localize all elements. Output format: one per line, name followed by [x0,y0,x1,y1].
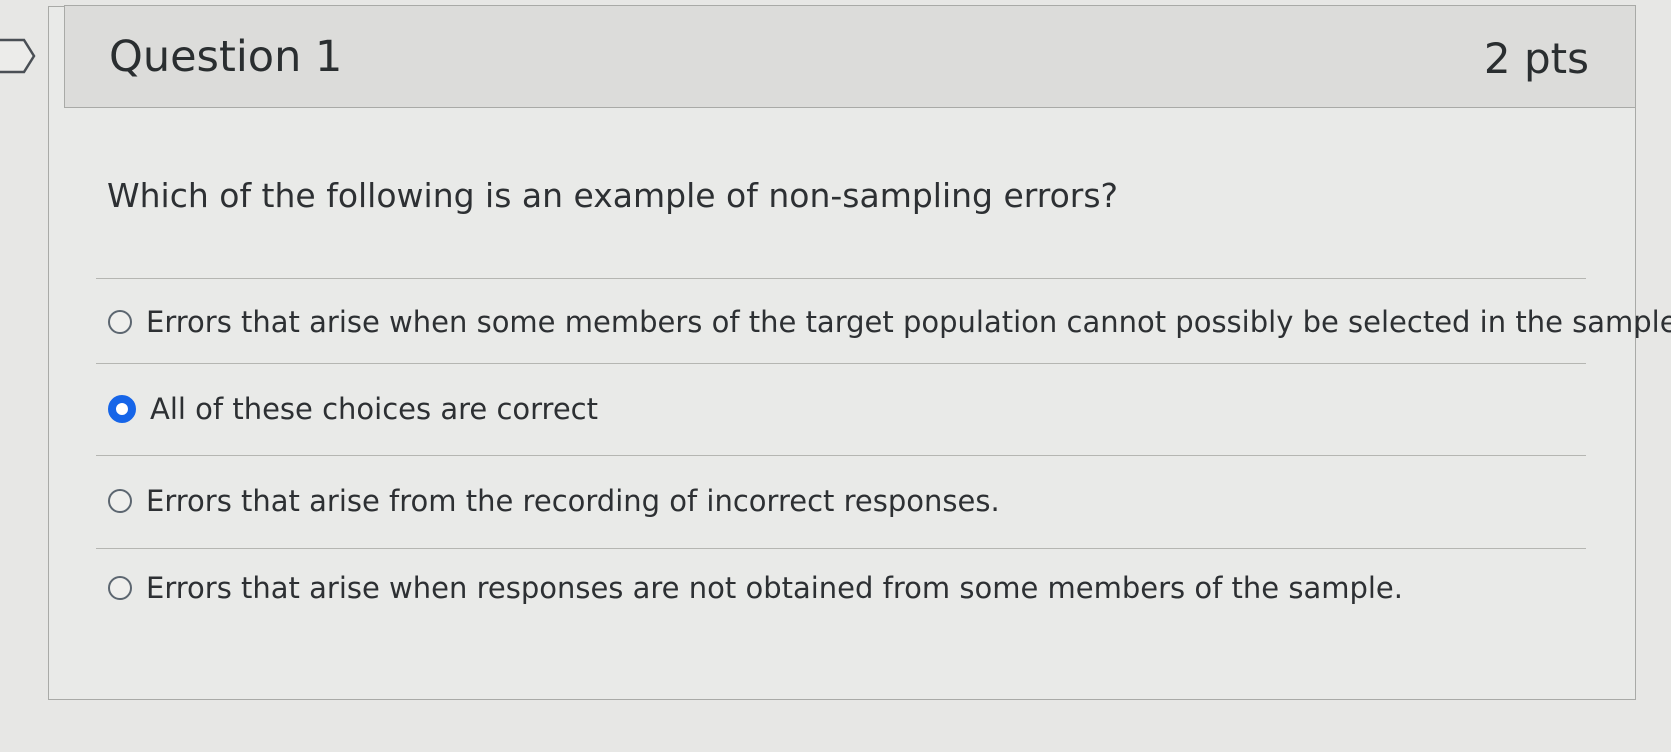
radio-button-unselected[interactable] [108,576,132,600]
radio-button-unselected[interactable] [108,310,132,334]
answer-divider [96,363,1586,364]
answer-option-2[interactable]: All of these choices are correct [108,392,598,426]
answer-option-3[interactable]: Errors that arise from the recording of … [108,484,1000,518]
question-header: Question 1 2 pts [64,5,1636,108]
answer-label: Errors that arise when responses are not… [146,571,1403,605]
answer-divider [96,455,1586,456]
answer-divider [96,278,1586,279]
answer-label: Errors that arise when some members of t… [146,305,1671,339]
answer-divider [96,548,1586,549]
answer-option-4[interactable]: Errors that arise when responses are not… [108,571,1403,605]
question-points: 2 pts [1483,34,1589,83]
question-flag-icon[interactable] [0,36,36,76]
answer-option-1[interactable]: Errors that arise when some members of t… [108,305,1671,339]
question-text: Which of the following is an example of … [107,176,1119,215]
question-title: Question 1 [109,32,343,82]
radio-button-selected[interactable] [108,395,136,423]
answer-label: All of these choices are correct [150,392,598,426]
answer-label: Errors that arise from the recording of … [146,484,1000,518]
radio-button-unselected[interactable] [108,489,132,513]
